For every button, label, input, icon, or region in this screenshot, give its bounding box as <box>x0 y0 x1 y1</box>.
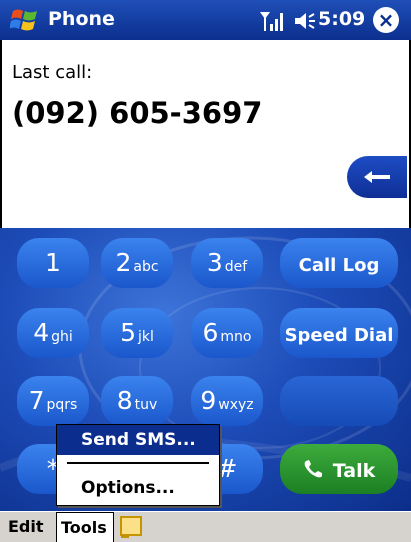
close-icon[interactable]: × <box>373 7 399 33</box>
talk-button[interactable]: Talk <box>280 444 398 494</box>
key-7[interactable]: 7 pqrs <box>17 376 89 426</box>
key-digit: 6 <box>202 318 219 347</box>
key-8[interactable]: 8 tuv <box>101 376 173 426</box>
tools-popup-menu: Send SMS... Options... <box>56 424 220 506</box>
windows-start-icon[interactable] <box>10 7 40 33</box>
talk-label: Talk <box>332 460 376 482</box>
key-5[interactable]: 5 jkl <box>101 308 173 358</box>
backspace-arrow-icon <box>364 171 390 183</box>
key-digit: 2 <box>115 248 132 277</box>
key-letters: ghi <box>51 329 73 345</box>
key-letters: wxyz <box>218 397 254 413</box>
last-call-label: Last call: <box>12 62 93 83</box>
key-3[interactable]: 3 def <box>191 238 263 288</box>
key-digit: 9 <box>200 386 217 415</box>
phone-handset-icon <box>304 460 322 478</box>
app-title: Phone <box>48 8 115 30</box>
blank-key[interactable] <box>280 376 398 426</box>
key-letters: jkl <box>138 329 154 345</box>
menu-item-options[interactable]: Options... <box>57 473 219 503</box>
key-letters: pqrs <box>46 397 78 413</box>
clock-time[interactable]: 5:09 <box>318 8 365 30</box>
key-2[interactable]: 2 abc <box>101 238 173 288</box>
key-digit: 5 <box>120 318 136 347</box>
key-digit: 4 <box>33 318 50 347</box>
bottom-menu-bar: Edit Tools <box>0 511 411 542</box>
key-6[interactable]: 6 mno <box>191 308 263 358</box>
key-4[interactable]: 4 ghi <box>17 308 89 358</box>
menu-item-send-sms[interactable]: Send SMS... <box>57 425 219 455</box>
key-9[interactable]: 9 wxyz <box>191 376 263 426</box>
number-display: Last call: (092) 605-3697 <box>0 40 411 228</box>
edit-menu[interactable]: Edit <box>8 517 44 536</box>
speed-dial-button[interactable]: Speed Dial <box>280 308 398 358</box>
backspace-button[interactable] <box>347 156 407 198</box>
last-call-number: (092) 605-3697 <box>12 96 263 130</box>
speed-dial-label: Speed Dial <box>284 324 394 346</box>
speaker-icon[interactable] <box>292 10 318 32</box>
key-letters: mno <box>220 329 252 345</box>
key-1[interactable]: 1 <box>17 238 89 288</box>
signal-icon[interactable] <box>258 10 286 32</box>
key-digit: 1 <box>45 248 61 277</box>
key-digit: 7 <box>28 386 45 415</box>
menu-separator <box>67 462 209 464</box>
key-letters: tuv <box>134 397 158 413</box>
key-letters: def <box>224 259 248 275</box>
key-digit: 8 <box>116 386 133 415</box>
key-digit: 3 <box>206 248 223 277</box>
input-panel-icon[interactable] <box>119 515 145 539</box>
call-log-button[interactable]: Call Log <box>280 238 398 288</box>
tools-menu[interactable]: Tools <box>56 512 114 542</box>
call-log-label: Call Log <box>298 254 380 276</box>
key-letters: abc <box>133 259 159 275</box>
title-bar: Phone 5:09 × <box>0 0 411 40</box>
